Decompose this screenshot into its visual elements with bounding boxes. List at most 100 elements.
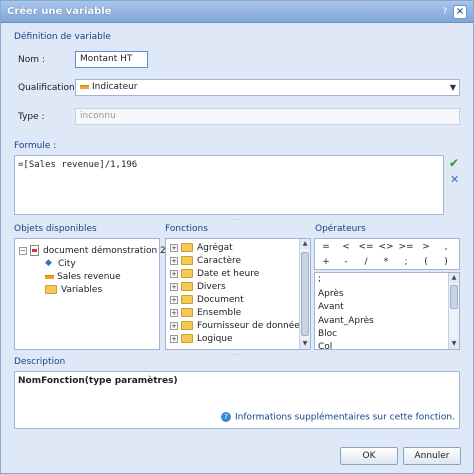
expand-icon[interactable]: +	[170, 295, 178, 304]
operator-list-item[interactable]: Avant	[318, 302, 344, 312]
create-variable-dialog: Créer une variable ? × Définition de var…	[0, 0, 474, 474]
operator-list-item[interactable]: Col	[318, 342, 332, 349]
type-label: Type :	[18, 112, 45, 122]
tree-item-label: Variables	[61, 285, 103, 295]
function-item-caractere[interactable]: + Caractère	[170, 256, 241, 266]
expand-icon[interactable]: +	[170, 334, 178, 343]
function-label: Caractère	[197, 256, 242, 266]
expand-icon[interactable]: +	[170, 282, 178, 291]
formula-editor[interactable]: =[Sales revenue]/1,196	[14, 155, 444, 215]
folder-icon	[181, 308, 193, 317]
info-icon: ?	[221, 412, 232, 422]
tree-item-city[interactable]: ◆ City	[45, 258, 76, 270]
tree-item-label: City	[58, 259, 76, 269]
dimension-icon: ◆	[45, 258, 52, 268]
functions-scrollbar[interactable]: ▲ ▼	[299, 239, 310, 349]
functions-panel: + Agrégat + Caractère + Date et heure + Dive…	[165, 238, 311, 350]
operator-list-item[interactable]: Avant_Après	[318, 316, 374, 326]
function-label: Logique	[197, 334, 233, 344]
more-info-link[interactable]: ? Informations supplémentaires sur cette …	[221, 412, 455, 423]
formula-section-title: Formule :	[14, 141, 57, 151]
chevron-down-icon[interactable]: ▼	[450, 80, 456, 95]
operators-section-title: Opérateurs	[315, 224, 366, 234]
tree-root-label: document démonstration 2	[43, 246, 166, 256]
operator-gt[interactable]: >	[417, 240, 435, 254]
operator-list-item[interactable]: Bloc	[318, 329, 337, 339]
functions-section-title: Fonctions	[165, 224, 208, 234]
function-label: Divers	[197, 282, 226, 292]
operator-ge[interactable]: >=	[397, 240, 415, 254]
name-input[interactable]: Montant HT	[75, 51, 148, 68]
tree-item-label: Sales revenue	[57, 272, 121, 282]
objects-panel: − document démonstration 2 ◆ City Sales re…	[14, 238, 166, 350]
scroll-up-icon[interactable]: ▲	[449, 273, 459, 283]
tree-root[interactable]: − document démonstration 2	[19, 245, 166, 256]
more-info-label: Informations supplémentaires sur cette f…	[235, 412, 455, 423]
operator-minus[interactable]: -	[337, 255, 355, 269]
scroll-thumb[interactable]	[450, 285, 458, 309]
document-icon	[30, 245, 39, 256]
operator-le[interactable]: <=	[357, 240, 375, 254]
qualification-select[interactable]: Indicateur ▼	[75, 79, 460, 96]
operator-list-item[interactable]: Après	[318, 289, 344, 299]
splitter-handle[interactable]: ····	[229, 351, 242, 359]
expand-icon[interactable]: +	[170, 321, 178, 330]
folder-icon	[181, 256, 193, 265]
operator-divide[interactable]: /	[357, 255, 375, 269]
scroll-thumb[interactable]	[301, 252, 309, 336]
operator-comma[interactable]: ,	[437, 240, 455, 254]
function-item-ensemble[interactable]: + Ensemble	[170, 308, 241, 318]
help-icon[interactable]: ?	[439, 6, 451, 18]
expand-icon[interactable]: +	[170, 269, 178, 278]
splitter-handle[interactable]: ····	[229, 216, 242, 224]
scroll-up-icon[interactable]: ▲	[300, 239, 310, 249]
cancel-button[interactable]: Annuler	[403, 447, 461, 465]
operator-close-paren[interactable]: )	[437, 255, 455, 269]
function-item-fournisseur[interactable]: + Fournisseur de données	[170, 321, 305, 331]
function-item-divers[interactable]: + Divers	[170, 282, 226, 292]
tree-item-sales-revenue[interactable]: Sales revenue	[45, 272, 121, 282]
function-item-agregat[interactable]: + Agrégat	[170, 243, 233, 253]
operator-multiply[interactable]: *	[377, 255, 395, 269]
function-item-date-heure[interactable]: + Date et heure	[170, 269, 259, 279]
operator-lt[interactable]: <	[337, 240, 355, 254]
name-label: Nom :	[18, 55, 45, 65]
objects-section-title: Objets disponibles	[14, 224, 97, 234]
validate-icon[interactable]: ✔	[449, 156, 459, 170]
expand-icon[interactable]: +	[170, 308, 178, 317]
operator-ne[interactable]: <>	[377, 240, 395, 254]
folder-icon	[181, 243, 193, 252]
ok-button[interactable]: OK	[340, 447, 398, 465]
operator-open-paren[interactable]: (	[417, 255, 435, 269]
type-field: inconnu	[75, 108, 460, 125]
description-section-title: Description	[14, 357, 66, 367]
function-item-logique[interactable]: + Logique	[170, 334, 233, 344]
operator-equals[interactable]: =	[317, 240, 335, 254]
scroll-down-icon[interactable]: ▼	[300, 339, 310, 349]
function-label: Ensemble	[197, 308, 242, 318]
close-icon[interactable]: ×	[453, 5, 467, 19]
expand-icon[interactable]: +	[170, 243, 178, 252]
folder-icon	[181, 334, 193, 343]
operator-list-item[interactable]: ;	[318, 274, 321, 284]
qualification-label: Qualification :	[18, 83, 81, 93]
description-panel: NomFonction(type paramètres) ? Informatio…	[14, 371, 460, 429]
operator-list: ; Après Avant Avant_Après Bloc Col ▲ ▼	[314, 272, 460, 350]
operator-plus[interactable]: +	[317, 255, 335, 269]
tree-item-variables[interactable]: Variables	[45, 285, 102, 295]
collapse-icon[interactable]: −	[19, 246, 27, 255]
operator-list-scrollbar[interactable]: ▲ ▼	[448, 273, 459, 349]
expand-icon[interactable]: +	[170, 256, 178, 265]
folder-icon	[45, 285, 57, 294]
measure-icon	[80, 84, 89, 89]
function-label: Date et heure	[197, 269, 260, 279]
cancel-formula-icon[interactable]: ✕	[450, 173, 459, 186]
function-item-document[interactable]: + Document	[170, 295, 244, 305]
scroll-down-icon[interactable]: ▼	[449, 339, 459, 349]
function-label: Document	[197, 295, 244, 305]
title-bar[interactable]: Créer une variable ? ×	[1, 1, 473, 23]
operator-semicolon[interactable]: ;	[397, 255, 415, 269]
folder-icon	[181, 282, 193, 291]
definition-section-title: Définition de variable	[14, 32, 111, 42]
dialog-title: Créer une variable	[7, 6, 112, 17]
